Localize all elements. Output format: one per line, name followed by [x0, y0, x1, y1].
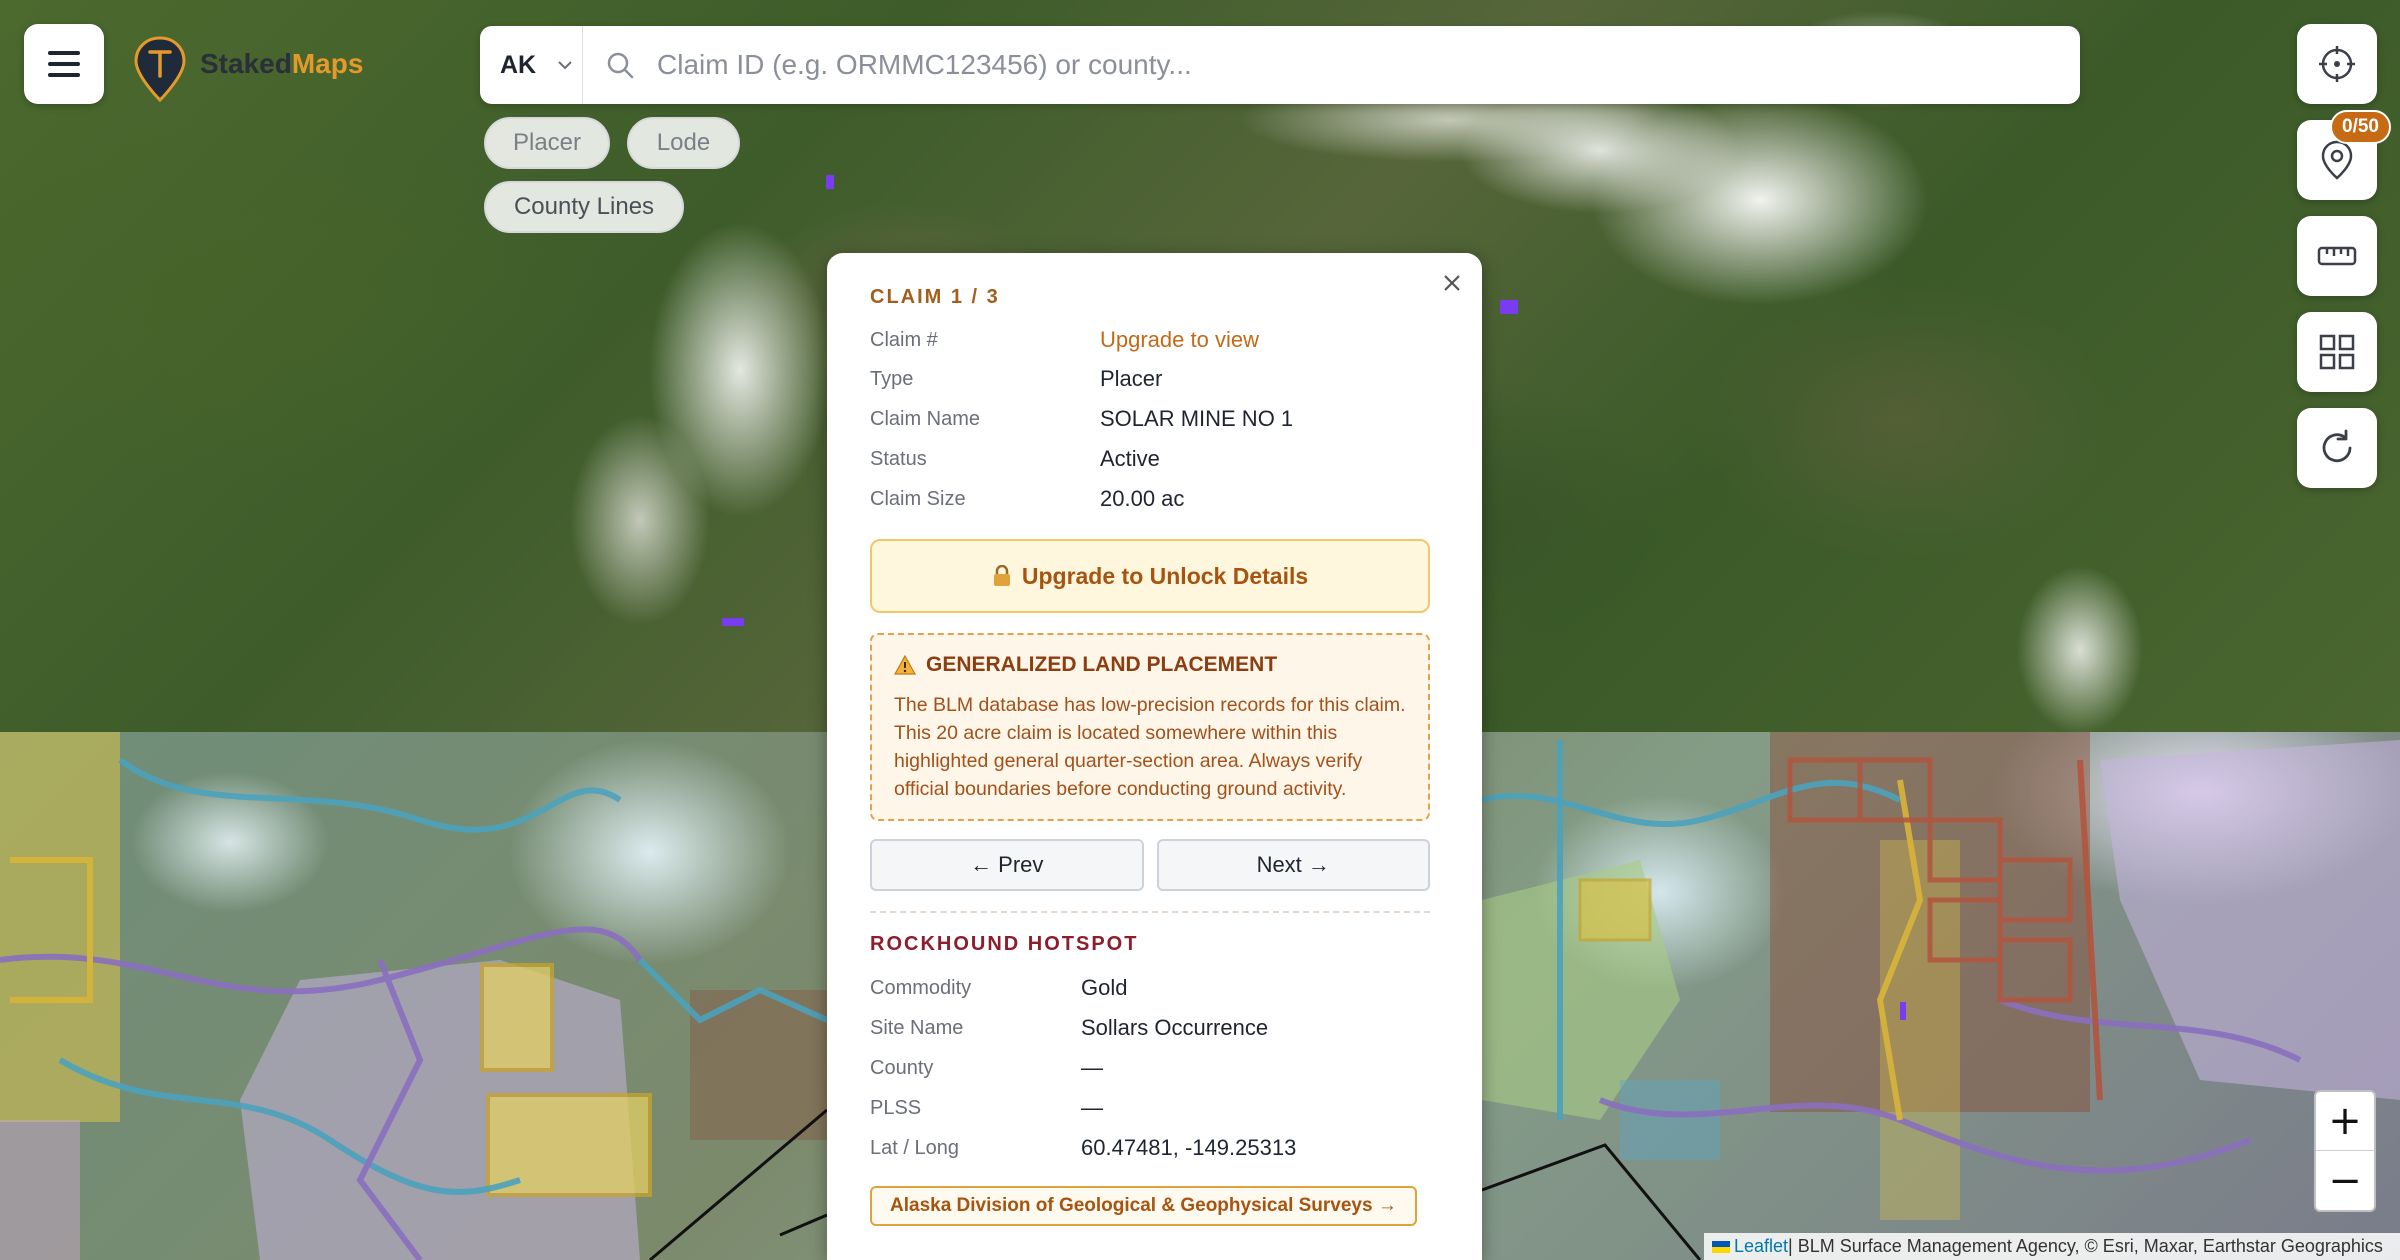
- claim-details: Claim # Upgrade to view Type Placer Clai…: [870, 321, 1430, 519]
- field-value: 60.47481, -149.25313: [1081, 1135, 1297, 1160]
- search-input[interactable]: [657, 26, 2080, 104]
- pin-count-badge: 0/50: [2330, 110, 2391, 144]
- field-label: PLSS: [870, 1096, 922, 1119]
- leaflet-link[interactable]: Leaflet: [1734, 1236, 1788, 1257]
- ruler-icon: [2317, 246, 2357, 266]
- field-label: Status: [870, 447, 927, 470]
- field-label: Lat / Long: [870, 1136, 959, 1159]
- placement-warning: GENERALIZED LAND PLACEMENT The BLM datab…: [870, 633, 1430, 821]
- warning-title-text: GENERALIZED LAND PLACEMENT: [926, 653, 1278, 676]
- crosshair-icon: [2319, 46, 2355, 82]
- grid-icon: [2319, 334, 2355, 370]
- brand-name-part2: Maps: [291, 48, 364, 79]
- popup-title: CLAIM 1 / 3: [870, 286, 1000, 308]
- field-value: —: [1081, 1095, 1103, 1120]
- upgrade-unlock-button[interactable]: Upgrade to Unlock Details: [870, 539, 1430, 613]
- warning-title: GENERALIZED LAND PLACEMENT: [894, 653, 1408, 677]
- layers-button[interactable]: [2297, 312, 2377, 392]
- ukraine-flag-icon: [1712, 1240, 1730, 1253]
- measure-button[interactable]: [2297, 216, 2377, 296]
- filter-chip-placer[interactable]: Placer: [484, 117, 610, 169]
- hamburger-icon: [48, 51, 80, 77]
- field-value: 20.00 ac: [1100, 486, 1185, 511]
- field-label: County: [870, 1056, 934, 1079]
- state-select[interactable]: AK: [480, 26, 583, 104]
- field-value: Sollars Occurrence: [1081, 1015, 1269, 1040]
- claim-name-row: Claim Name SOLAR MINE NO 1: [870, 399, 1430, 439]
- field-value: Active: [1100, 446, 1160, 471]
- brand-name: StakedMaps: [200, 48, 363, 80]
- map-attribution: Leaflet | BLM Surface Management Agency,…: [1704, 1233, 2400, 1260]
- brand-name-part1: Staked: [200, 48, 292, 79]
- plss-row: PLSS —: [870, 1088, 1430, 1128]
- field-label: Claim Size: [870, 487, 966, 510]
- locate-button[interactable]: [2297, 24, 2377, 104]
- upgrade-unlock-label: Upgrade to Unlock Details: [1021, 562, 1309, 589]
- claim-popup: CLAIM 1 / 3 Claim # Upgrade to view Type…: [827, 253, 1482, 1260]
- map-pin-icon: [2321, 140, 2353, 180]
- field-label: Commodity: [870, 976, 972, 999]
- refresh-button[interactable]: [2297, 408, 2377, 488]
- field-label: Claim Name: [870, 407, 981, 430]
- search-bar: AK: [480, 26, 2080, 104]
- field-value: Placer: [1100, 366, 1163, 391]
- section-divider: [870, 911, 1430, 913]
- filter-chip-county-lines[interactable]: County Lines: [484, 181, 684, 233]
- attribution-text: | BLM Surface Management Agency, © Esri,…: [1788, 1236, 2383, 1256]
- zoom-out-button[interactable]: −: [2316, 1151, 2374, 1210]
- zoom-control: + −: [2314, 1090, 2376, 1212]
- field-label: Claim #: [870, 328, 938, 351]
- field-label: Type: [870, 367, 914, 390]
- commodity-row: Commodity Gold: [870, 968, 1430, 1008]
- site-name-row: Site Name Sollars Occurrence: [870, 1008, 1430, 1048]
- search-icon: [607, 52, 634, 79]
- filter-chip-lode[interactable]: Lode: [627, 117, 740, 169]
- next-button[interactable]: Next →: [1156, 839, 1430, 891]
- brand[interactable]: StakedMaps: [130, 34, 363, 104]
- state-select-value: AK: [500, 50, 537, 79]
- field-value: SOLAR MINE NO 1: [1100, 406, 1294, 431]
- chevron-down-icon: [558, 60, 572, 69]
- claim-pagination: ← Prev Next →: [870, 839, 1430, 891]
- hotspot-title: ROCKHOUND HOTSPOT: [870, 933, 1139, 955]
- claim-type-row: Type Placer: [870, 359, 1430, 399]
- county-row: County —: [870, 1048, 1430, 1088]
- zoom-in-button[interactable]: +: [2316, 1092, 2374, 1151]
- close-button[interactable]: [1434, 265, 1470, 301]
- lock-icon: [993, 565, 1010, 586]
- warning-text: The BLM database has low-precision recor…: [894, 694, 1406, 800]
- lat-long-row: Lat / Long 60.47481, -149.25313: [870, 1128, 1430, 1168]
- refresh-icon: [2322, 429, 2352, 463]
- dggs-external-link[interactable]: Alaska Division of Geological & Geophysi…: [870, 1186, 1417, 1226]
- claim-status-row: Status Active: [870, 439, 1430, 479]
- field-label: Site Name: [870, 1016, 964, 1039]
- close-icon: [1444, 275, 1460, 291]
- upgrade-to-view-link[interactable]: Upgrade to view: [1100, 327, 1259, 353]
- prev-button[interactable]: ← Prev: [870, 839, 1144, 891]
- menu-button[interactable]: [24, 24, 104, 104]
- brand-pin-logo-icon: [134, 36, 186, 103]
- hotspot-details: Commodity Gold Site Name Sollars Occurre…: [870, 968, 1430, 1168]
- field-value: —: [1081, 1055, 1103, 1080]
- warning-icon: [894, 655, 916, 675]
- claim-number-row: Claim # Upgrade to view: [870, 321, 1430, 359]
- claim-size-row: Claim Size 20.00 ac: [870, 479, 1430, 519]
- field-value: Gold: [1081, 975, 1128, 1000]
